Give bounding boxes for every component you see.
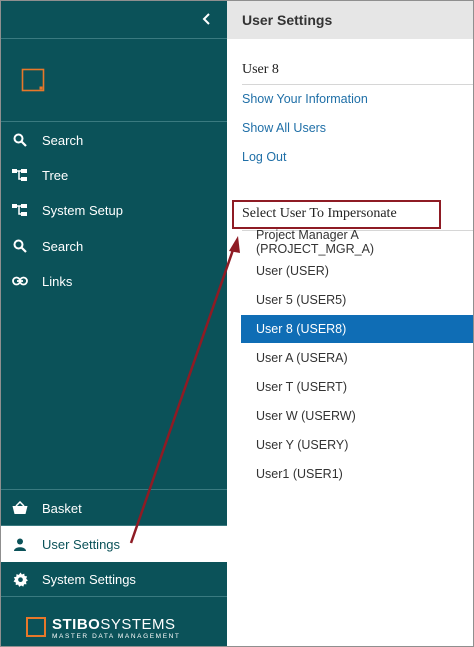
- page-title: User Settings: [242, 12, 333, 28]
- user-list-item[interactable]: User Y (USERY): [241, 431, 473, 459]
- impersonate-section-title: Select User To Impersonate: [242, 206, 397, 221]
- user-list-item[interactable]: Project Manager A (PROJECT_MGR_A): [241, 228, 473, 256]
- brand-text: STIBOSYSTEMS MASTER DATA MANAGEMENT: [52, 617, 181, 641]
- nav-item-basket[interactable]: Basket: [1, 490, 227, 526]
- nav-item-search[interactable]: Search: [1, 122, 227, 158]
- brand-main-bold: STIBO: [52, 616, 101, 634]
- nav-item-search-2[interactable]: Search: [1, 228, 227, 264]
- sidebar-divider: [1, 596, 227, 597]
- user-list-item[interactable]: User T (USERT): [241, 373, 473, 401]
- gear-icon: [11, 570, 29, 588]
- chevron-left-icon[interactable]: [199, 11, 215, 27]
- tree-icon: [11, 166, 29, 184]
- user-list-item[interactable]: User 5 (USER5): [241, 286, 473, 314]
- nav-item-label: Search: [42, 238, 84, 254]
- nav-item-system-setup[interactable]: System Setup: [1, 192, 227, 228]
- brand-tagline: MASTER DATA MANAGEMENT: [52, 633, 181, 641]
- user-list-item[interactable]: User A (USERA): [241, 344, 473, 372]
- main-header: User Settings: [227, 1, 473, 39]
- nav-item-links[interactable]: Links: [1, 263, 227, 299]
- nav-item-label: Links: [42, 273, 73, 289]
- main-panel: User Settings User 8 Show Your Informati…: [227, 1, 473, 646]
- show-all-users-link[interactable]: Show All Users: [242, 121, 326, 135]
- current-user-name: User 8: [242, 62, 279, 77]
- sidebar: Search Tree System Setup Search Links Ba…: [1, 1, 227, 646]
- brand-logo: STIBOSYSTEMS MASTER DATA MANAGEMENT: [26, 615, 181, 643]
- nav-item-tree[interactable]: Tree: [1, 157, 227, 193]
- user-list-item[interactable]: User W (USERW): [241, 402, 473, 430]
- sidebar-header: [1, 1, 227, 39]
- user-list-item[interactable]: User (USER): [241, 257, 473, 285]
- nav-item-label: Basket: [42, 500, 82, 516]
- nav-item-label: System Setup: [42, 202, 123, 218]
- search-icon: [11, 131, 29, 149]
- nav-item-system-settings[interactable]: System Settings: [1, 561, 227, 597]
- link-icon: [11, 272, 29, 290]
- user-list-item-selected[interactable]: User 8 (USER8): [241, 315, 473, 343]
- search-icon: [11, 237, 29, 255]
- brand-main-light: SYSTEMS: [100, 616, 176, 634]
- nav-item-label: System Settings: [42, 571, 136, 587]
- tree-icon: [11, 201, 29, 219]
- basket-icon: [11, 499, 29, 517]
- nav-item-label: Search: [42, 132, 84, 148]
- app-logo-icon: [21, 68, 45, 92]
- brand-square-icon: [26, 616, 46, 642]
- nav-item-label: Tree: [42, 167, 69, 183]
- nav-item-label: User Settings: [42, 536, 121, 552]
- show-your-information-link[interactable]: Show Your Information: [242, 92, 368, 106]
- nav-item-user-settings[interactable]: User Settings: [1, 526, 227, 562]
- divider: [242, 84, 473, 85]
- user-icon: [11, 535, 29, 553]
- log-out-link[interactable]: Log Out: [242, 150, 286, 164]
- user-list-item[interactable]: User1 (USER1): [241, 460, 473, 488]
